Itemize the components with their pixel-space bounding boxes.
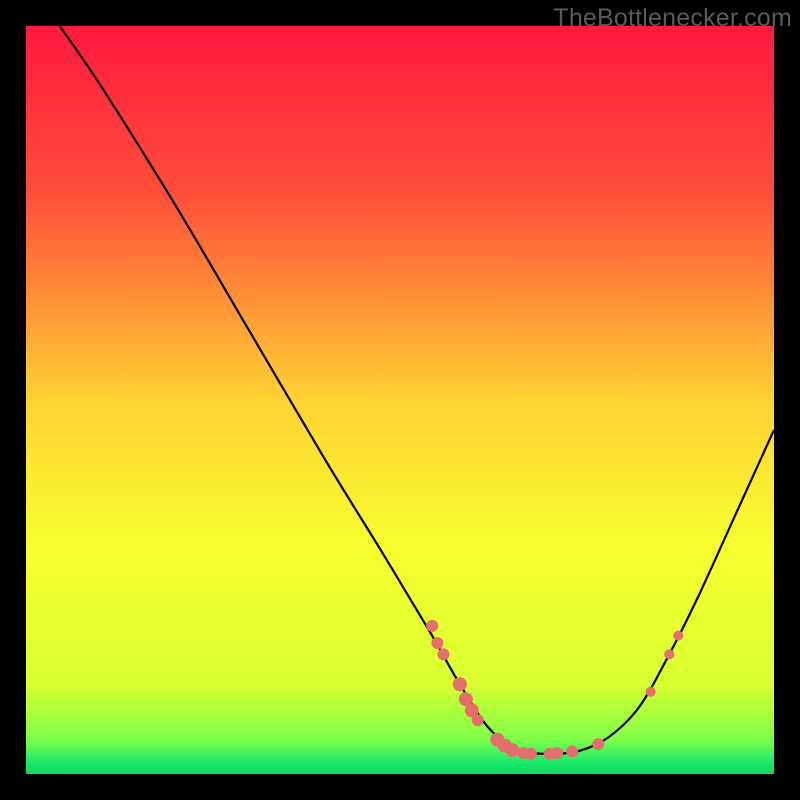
data-marker [551,747,563,759]
data-marker [437,648,449,660]
gradient-background [26,26,774,774]
data-marker [505,743,519,757]
data-marker [646,687,656,697]
data-marker [472,714,484,726]
data-marker [525,748,537,760]
chart-frame [26,26,774,774]
watermark-text: TheBottlenecker.com [553,4,792,33]
bottleneck-chart [26,26,774,774]
data-marker [664,649,674,659]
data-marker [673,631,683,641]
data-marker [566,746,578,758]
data-marker [431,637,443,649]
data-marker [426,620,438,632]
data-marker [592,738,604,750]
data-marker [453,677,467,691]
